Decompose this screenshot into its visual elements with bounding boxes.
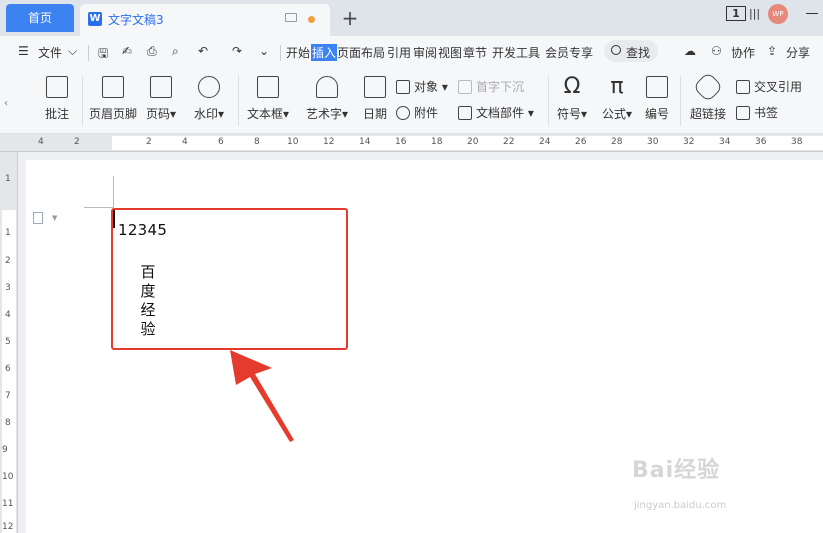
baidu-watermark: Bai经验: [632, 458, 721, 483]
arrow-icon: [230, 350, 294, 442]
watermark-url: jingyan.baidu.com: [634, 500, 727, 511]
